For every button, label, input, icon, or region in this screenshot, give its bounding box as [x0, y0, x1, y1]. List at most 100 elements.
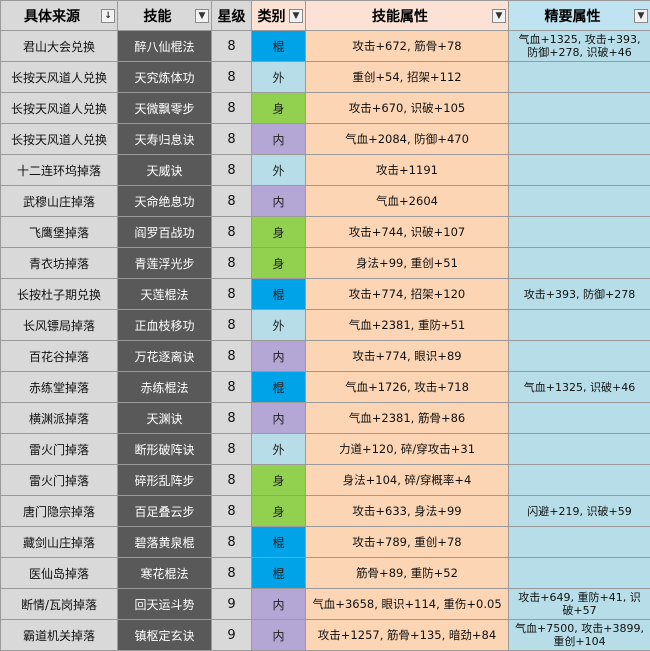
cell-skill[interactable]: 镇枢定玄诀 — [117, 619, 212, 651]
cell-source[interactable]: 断情/瓦岗掉落 — [0, 588, 118, 620]
cell-skill[interactable]: 天究炼体功 — [117, 61, 212, 93]
cell-star[interactable]: 8 — [211, 371, 252, 403]
cell-essence-attr[interactable] — [508, 216, 650, 248]
cell-essence-attr[interactable] — [508, 309, 650, 341]
cell-skill[interactable]: 正血枝移功 — [117, 309, 212, 341]
cell-source[interactable]: 百花谷掉落 — [0, 340, 118, 372]
cell-essence-attr[interactable] — [508, 464, 650, 496]
cell-skill-attr[interactable]: 攻击+1257, 筋骨+135, 暗劲+84 — [305, 619, 509, 651]
cell-source[interactable]: 飞鹰堡掉落 — [0, 216, 118, 248]
cell-skill-attr[interactable]: 重创+54, 招架+112 — [305, 61, 509, 93]
cell-star[interactable]: 8 — [211, 185, 252, 217]
cell-source[interactable]: 长风镖局掉落 — [0, 309, 118, 341]
cell-type[interactable]: 外 — [251, 309, 306, 341]
cell-type[interactable]: 内 — [251, 185, 306, 217]
cell-skill[interactable]: 断形破阵诀 — [117, 433, 212, 465]
cell-essence-attr[interactable] — [508, 92, 650, 124]
header-type[interactable]: 类别 ▼ — [251, 0, 306, 31]
cell-star[interactable]: 8 — [211, 557, 252, 589]
filter-dropdown-icon[interactable]: ▼ — [195, 9, 209, 23]
cell-essence-attr[interactable] — [508, 123, 650, 155]
cell-star[interactable]: 8 — [211, 154, 252, 186]
cell-type[interactable]: 身 — [251, 92, 306, 124]
cell-star[interactable]: 8 — [211, 340, 252, 372]
cell-type[interactable]: 内 — [251, 402, 306, 434]
cell-star[interactable]: 8 — [211, 309, 252, 341]
cell-source[interactable]: 横渊派掉落 — [0, 402, 118, 434]
cell-source[interactable]: 长按天风道人兑换 — [0, 92, 118, 124]
cell-source[interactable]: 十二连环坞掉落 — [0, 154, 118, 186]
cell-source[interactable]: 唐门隐宗掉落 — [0, 495, 118, 527]
cell-essence-attr[interactable] — [508, 154, 650, 186]
cell-skill-attr[interactable]: 攻击+672, 筋骨+78 — [305, 30, 509, 62]
cell-skill[interactable]: 回天运斗势 — [117, 588, 212, 620]
cell-essence-attr[interactable] — [508, 526, 650, 558]
cell-essence-attr[interactable] — [508, 433, 650, 465]
cell-skill-attr[interactable]: 攻击+774, 眼识+89 — [305, 340, 509, 372]
cell-essence-attr[interactable]: 气血+1325, 攻击+393, 防御+278, 识破+46 — [508, 30, 650, 62]
cell-essence-attr[interactable]: 气血+1325, 识破+46 — [508, 371, 650, 403]
cell-star[interactable]: 8 — [211, 216, 252, 248]
header-essence-attr[interactable]: 精要属性 ▼ — [508, 0, 650, 31]
cell-skill-attr[interactable]: 攻击+774, 招架+120 — [305, 278, 509, 310]
cell-star[interactable]: 8 — [211, 123, 252, 155]
cell-source[interactable]: 武穆山庄掉落 — [0, 185, 118, 217]
cell-type[interactable]: 外 — [251, 154, 306, 186]
cell-skill-attr[interactable]: 气血+1726, 攻击+718 — [305, 371, 509, 403]
cell-type[interactable]: 内 — [251, 619, 306, 651]
sort-filter-icon[interactable]: ↓ — [101, 9, 115, 23]
cell-skill-attr[interactable]: 气血+2381, 筋骨+86 — [305, 402, 509, 434]
cell-skill-attr[interactable]: 气血+3658, 眼识+114, 重伤+0.05 — [305, 588, 509, 620]
cell-type[interactable]: 身 — [251, 216, 306, 248]
header-skill-attr[interactable]: 技能属性 ▼ — [305, 0, 509, 31]
cell-essence-attr[interactable]: 气血+7500, 攻击+3899, 重创+104 — [508, 619, 650, 651]
cell-skill-attr[interactable]: 身法+104, 碎/穿概率+4 — [305, 464, 509, 496]
filter-dropdown-icon[interactable]: ▼ — [492, 9, 506, 23]
cell-skill-attr[interactable]: 身法+99, 重创+51 — [305, 247, 509, 279]
cell-skill[interactable]: 天寿归息诀 — [117, 123, 212, 155]
cell-source[interactable]: 长按杜子期兑换 — [0, 278, 118, 310]
cell-skill[interactable]: 醉八仙棍法 — [117, 30, 212, 62]
cell-type[interactable]: 棍 — [251, 557, 306, 589]
cell-star[interactable]: 9 — [211, 588, 252, 620]
cell-type[interactable]: 身 — [251, 495, 306, 527]
cell-skill[interactable]: 天莲棍法 — [117, 278, 212, 310]
cell-type[interactable]: 身 — [251, 464, 306, 496]
cell-essence-attr[interactable] — [508, 402, 650, 434]
cell-type[interactable]: 棍 — [251, 371, 306, 403]
cell-skill[interactable]: 天命绝息功 — [117, 185, 212, 217]
header-skill[interactable]: 技能 ▼ — [117, 0, 212, 31]
cell-skill[interactable]: 天微飘零步 — [117, 92, 212, 124]
cell-star[interactable]: 8 — [211, 433, 252, 465]
cell-star[interactable]: 8 — [211, 495, 252, 527]
cell-essence-attr[interactable] — [508, 557, 650, 589]
cell-skill-attr[interactable]: 攻击+1191 — [305, 154, 509, 186]
cell-source[interactable]: 赤练堂掉落 — [0, 371, 118, 403]
cell-skill[interactable]: 阎罗百战功 — [117, 216, 212, 248]
cell-essence-attr[interactable] — [508, 61, 650, 93]
cell-skill[interactable]: 天威诀 — [117, 154, 212, 186]
cell-skill-attr[interactable]: 气血+2084, 防御+470 — [305, 123, 509, 155]
cell-star[interactable]: 8 — [211, 247, 252, 279]
cell-skill[interactable]: 碎形乱阵步 — [117, 464, 212, 496]
cell-star[interactable]: 8 — [211, 464, 252, 496]
cell-skill[interactable]: 赤练棍法 — [117, 371, 212, 403]
cell-essence-attr[interactable]: 攻击+393, 防御+278 — [508, 278, 650, 310]
cell-skill-attr[interactable]: 气血+2604 — [305, 185, 509, 217]
cell-skill-attr[interactable]: 攻击+789, 重创+78 — [305, 526, 509, 558]
cell-essence-attr[interactable] — [508, 340, 650, 372]
cell-essence-attr[interactable] — [508, 185, 650, 217]
cell-type[interactable]: 身 — [251, 247, 306, 279]
cell-star[interactable]: 8 — [211, 278, 252, 310]
filter-dropdown-icon[interactable]: ▼ — [634, 9, 648, 23]
cell-source[interactable]: 雷火门掉落 — [0, 433, 118, 465]
cell-skill-attr[interactable]: 筋骨+89, 重防+52 — [305, 557, 509, 589]
cell-star[interactable]: 8 — [211, 526, 252, 558]
cell-essence-attr[interactable] — [508, 247, 650, 279]
cell-type[interactable]: 内 — [251, 123, 306, 155]
cell-source[interactable]: 医仙岛掉落 — [0, 557, 118, 589]
cell-type[interactable]: 棍 — [251, 278, 306, 310]
cell-skill[interactable]: 百足叠云步 — [117, 495, 212, 527]
cell-skill-attr[interactable]: 力道+120, 碎/穿攻击+31 — [305, 433, 509, 465]
filter-dropdown-icon[interactable]: ▼ — [289, 9, 303, 23]
